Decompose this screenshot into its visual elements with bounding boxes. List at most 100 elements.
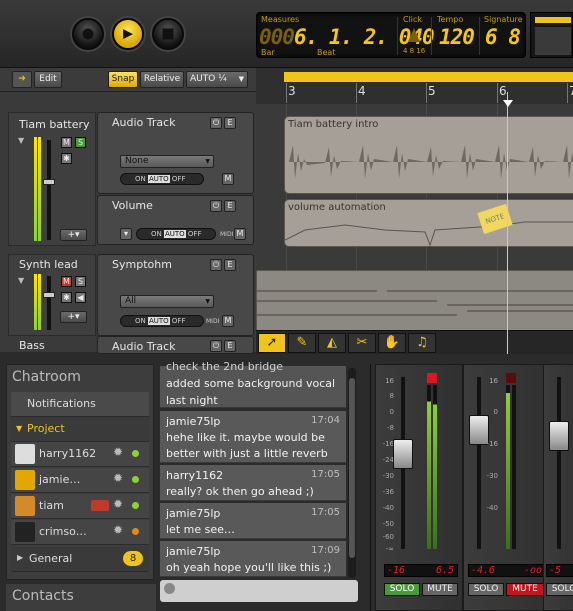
mute-button[interactable]: MUTE: [506, 583, 544, 596]
divider: [397, 17, 398, 55]
collapse-icon[interactable]: ▼: [18, 276, 24, 285]
automation-switch[interactable]: ON AUTO OFF: [136, 228, 216, 240]
mute-button[interactable]: M: [61, 276, 72, 287]
overview-ruler[interactable]: [530, 12, 573, 58]
automation-switch[interactable]: ON AUTO OFF: [120, 173, 204, 185]
user-item[interactable]: tiam ✹: [11, 494, 149, 519]
midi-map-button[interactable]: M: [222, 173, 234, 185]
track-name[interactable]: Synth lead: [19, 258, 78, 271]
gear-icon[interactable]: ✹: [113, 471, 123, 485]
user-item[interactable]: jamie… ✹: [11, 468, 149, 493]
mute-button[interactable]: MUTE: [422, 583, 458, 596]
db-tick: -40: [382, 504, 394, 512]
edit-icon[interactable]: E: [224, 340, 236, 352]
eraser-tool-icon[interactable]: ◭: [318, 333, 346, 353]
pencil-tool-icon[interactable]: ✎: [288, 333, 316, 353]
grid-dropdown[interactable]: AUTO ¼ ▼: [186, 71, 248, 88]
channel-fader[interactable]: [393, 439, 413, 469]
chevron-down-icon: ▼: [16, 424, 23, 433]
chevron-down-icon: ▼: [238, 75, 244, 83]
gear-icon[interactable]: ✹: [113, 497, 123, 511]
track-name[interactable]: Tiam battery: [19, 118, 90, 131]
user-item[interactable]: harry1162 ✹: [11, 442, 149, 467]
bar-line: [286, 83, 287, 103]
midi-clip[interactable]: [256, 270, 573, 332]
midi-map-button[interactable]: M: [222, 315, 234, 327]
bar-number: 4: [358, 84, 366, 98]
unread-badge: 8: [123, 551, 143, 566]
fx-icon[interactable]: ✱: [61, 292, 72, 303]
chat-log[interactable]: check the 2nd bridge added some backgrou…: [158, 360, 360, 606]
arrangement-view[interactable]: Tiam battery intro volume automation NOT…: [256, 104, 573, 352]
scissors-tool-icon[interactable]: ✂: [348, 333, 376, 353]
edit-icon[interactable]: E: [224, 117, 236, 129]
power-icon[interactable]: ⏻: [210, 200, 222, 212]
fx-icon[interactable]: ✱: [61, 153, 72, 164]
project-group[interactable]: ▼ Project: [11, 417, 149, 442]
pointer-tool-icon[interactable]: ➚: [258, 333, 286, 353]
music-note-icon[interactable]: ♫: [408, 333, 436, 353]
relative-button[interactable]: Relative: [140, 71, 184, 88]
stop-button[interactable]: [152, 18, 184, 50]
mute-button[interactable]: M: [61, 137, 72, 148]
metronome-icon[interactable]: [408, 28, 420, 42]
collapse-icon[interactable]: ▼: [18, 136, 24, 145]
level-meter: [427, 385, 431, 549]
automation-clip[interactable]: volume automation: [284, 199, 573, 247]
loop-band[interactable]: [284, 72, 573, 82]
channel-fader[interactable]: [549, 421, 569, 451]
input-dropdown[interactable]: None ▼: [120, 155, 214, 168]
timeline-ruler[interactable]: 3 4 5 6 7: [256, 68, 573, 104]
contacts-header[interactable]: Contacts: [6, 584, 156, 611]
divider: [479, 17, 480, 55]
edit-button[interactable]: Edit: [34, 71, 62, 88]
gear-icon[interactable]: ✹: [113, 445, 123, 459]
playhead[interactable]: [507, 92, 508, 354]
automation-switch[interactable]: ON AUTO OFF: [120, 315, 204, 327]
user-item[interactable]: crimso… ✹: [11, 520, 149, 545]
tempo-value[interactable]: 120: [439, 25, 475, 49]
record-button[interactable]: [72, 18, 104, 50]
edit-icon[interactable]: E: [224, 259, 236, 271]
bar-number: 6: [499, 84, 507, 98]
general-group[interactable]: ▶ General 8: [11, 547, 149, 572]
db-tick: 0: [389, 408, 394, 416]
track-name[interactable]: Bass: [19, 339, 45, 352]
power-icon[interactable]: ⏻: [210, 259, 222, 271]
gear-icon[interactable]: ✹: [113, 523, 123, 537]
bar-number: 3: [288, 84, 296, 98]
solo-button[interactable]: SOLO: [468, 583, 504, 596]
bar-line: [356, 83, 357, 103]
power-icon[interactable]: ⏻: [210, 340, 222, 352]
solo-button[interactable]: S: [75, 276, 86, 287]
volume-module: Volume ⏻ E ▾ ON AUTO OFF MIDI M: [97, 195, 254, 245]
playhead-marker[interactable]: [503, 100, 513, 107]
edit-icon[interactable]: E: [224, 200, 236, 212]
scroll-thumb[interactable]: [349, 378, 355, 558]
snap-button[interactable]: Snap: [108, 71, 138, 88]
solo-button[interactable]: S: [75, 137, 86, 148]
divider: [431, 17, 432, 55]
audio-clip[interactable]: Tiam battery intro: [284, 116, 573, 194]
signature-value[interactable]: 6 8: [485, 25, 521, 49]
chat-input[interactable]: [160, 580, 358, 602]
solo-button[interactable]: SOLO: [384, 583, 420, 596]
chevron-down-icon[interactable]: ▾: [120, 228, 132, 240]
level-meter: [433, 385, 437, 549]
power-icon[interactable]: ⏻: [210, 117, 222, 129]
notifications-item[interactable]: Notifications: [11, 392, 149, 417]
volume-fader[interactable]: [43, 292, 55, 298]
add-track-button[interactable]: ➔: [12, 71, 32, 88]
midi-map-button[interactable]: M: [234, 228, 246, 240]
input-dropdown[interactable]: All ▼: [120, 295, 214, 308]
add-module-button[interactable]: +▾: [60, 311, 87, 323]
speaker-icon[interactable]: ◀: [75, 292, 86, 303]
chat-message: jamie75lp 17:09 oh yeah hope you'll like…: [160, 541, 346, 577]
hand-tool-icon[interactable]: ✋: [378, 333, 406, 353]
audio-track-module: Audio Track ⏻ E: [97, 336, 254, 354]
volume-fader[interactable]: [43, 179, 55, 185]
play-button[interactable]: ▶: [112, 18, 144, 50]
chat-scrollbar[interactable]: [348, 368, 356, 578]
solo-button[interactable]: SOLO: [546, 583, 573, 596]
add-module-button[interactable]: +▾: [60, 229, 87, 241]
